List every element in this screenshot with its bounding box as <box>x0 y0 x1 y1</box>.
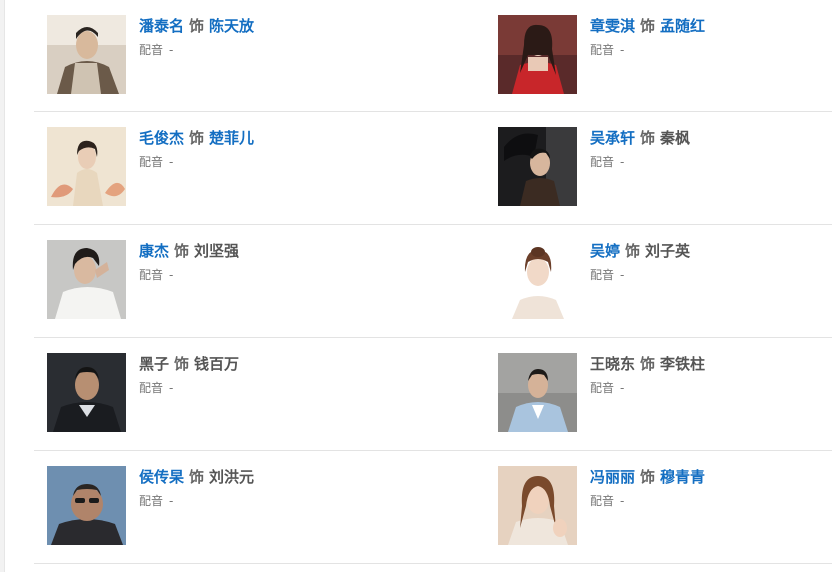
cast-row: 潘泰名饰陈天放 配音 - 章雯淇饰孟随红 配音 - <box>34 0 832 112</box>
voice-label: 配音 <box>139 381 164 395</box>
as-label: 饰 <box>625 242 641 260</box>
role-name: 秦枫 <box>660 129 691 147</box>
as-label: 饰 <box>189 17 205 35</box>
actor-name-link[interactable]: 侯传杲 <box>139 468 184 486</box>
actor-photo[interactable] <box>498 127 577 206</box>
voice-value: - <box>169 494 174 508</box>
voice-value: - <box>620 494 625 508</box>
voice-value: - <box>169 155 174 169</box>
actor-photo[interactable] <box>47 466 126 545</box>
cast-row: 毛俊杰饰楚菲儿 配音 - 吴承轩饰秦枫 配音 - <box>34 112 832 225</box>
actor-name-link[interactable]: 康杰 <box>139 242 169 260</box>
voice-label: 配音 <box>139 155 164 169</box>
role-name: 刘子英 <box>645 242 691 260</box>
actor-name-link[interactable]: 潘泰名 <box>139 17 184 35</box>
voice-label: 配音 <box>139 268 164 282</box>
as-label: 饰 <box>640 17 656 35</box>
actor-photo[interactable] <box>47 353 126 432</box>
actor-name-link[interactable]: 吴承轩 <box>590 129 635 147</box>
role-name: 钱百万 <box>194 355 240 373</box>
role-name: 刘坚强 <box>194 242 240 260</box>
role-name-link[interactable]: 穆青青 <box>660 468 705 486</box>
voice-value: - <box>169 43 174 57</box>
actor-photo[interactable] <box>498 240 577 319</box>
cast-list: 潘泰名饰陈天放 配音 - 章雯淇饰孟随红 配音 - 毛俊杰饰楚菲儿 配音 - 吴… <box>34 0 832 564</box>
as-label: 饰 <box>174 242 190 260</box>
actor-name-link[interactable]: 冯丽丽 <box>590 468 635 486</box>
as-label: 饰 <box>174 355 190 373</box>
as-label: 饰 <box>640 355 656 373</box>
voice-label: 配音 <box>590 268 615 282</box>
actor-photo[interactable] <box>498 353 577 432</box>
cast-item: 章雯淇饰孟随红 配音 - <box>498 15 832 95</box>
as-label: 饰 <box>640 129 656 147</box>
role-name: 李铁柱 <box>660 355 706 373</box>
voice-value: - <box>620 268 625 282</box>
actor-photo[interactable] <box>47 127 126 206</box>
cast-item: 毛俊杰饰楚菲儿 配音 - <box>47 127 407 207</box>
actor-photo[interactable] <box>47 240 126 319</box>
actor-photo[interactable] <box>498 466 577 545</box>
actor-photo[interactable] <box>47 15 126 94</box>
actor-name-link[interactable]: 吴婷 <box>590 242 620 260</box>
cast-item: 冯丽丽饰穆青青 配音 - <box>498 466 832 546</box>
voice-label: 配音 <box>590 494 615 508</box>
actor-name: 黑子 <box>139 355 170 373</box>
cast-row: 康杰饰刘坚强 配音 - 吴婷饰刘子英 配音 - <box>34 225 832 338</box>
cast-item: 黑子饰钱百万 配音 - <box>47 353 407 433</box>
voice-value: - <box>620 155 625 169</box>
actor-name-link[interactable]: 章雯淇 <box>590 17 635 35</box>
role-name: 刘洪元 <box>209 468 255 486</box>
cast-item: 潘泰名饰陈天放 配音 - <box>47 15 407 95</box>
voice-label: 配音 <box>590 43 615 57</box>
cast-item: 吴承轩饰秦枫 配音 - <box>498 127 832 207</box>
voice-label: 配音 <box>139 494 164 508</box>
voice-label: 配音 <box>590 155 615 169</box>
cast-row: 侯传杲饰刘洪元 配音 - 冯丽丽饰穆青青 配音 - <box>34 451 832 564</box>
as-label: 饰 <box>189 129 205 147</box>
as-label: 饰 <box>640 468 656 486</box>
cast-item: 侯传杲饰刘洪元 配音 - <box>47 466 407 546</box>
role-name-link[interactable]: 孟随红 <box>660 17 705 35</box>
actor-name-link[interactable]: 毛俊杰 <box>139 129 184 147</box>
cast-item: 康杰饰刘坚强 配音 - <box>47 240 407 320</box>
cast-item: 王晓东饰李铁柱 配音 - <box>498 353 832 433</box>
voice-value: - <box>169 268 174 282</box>
voice-label: 配音 <box>139 43 164 57</box>
cast-item: 吴婷饰刘子英 配音 - <box>498 240 832 320</box>
voice-value: - <box>620 381 625 395</box>
cast-row: 黑子饰钱百万 配音 - 王晓东饰李铁柱 配音 - <box>34 338 832 451</box>
voice-value: - <box>620 43 625 57</box>
as-label: 饰 <box>189 468 205 486</box>
role-name-link[interactable]: 楚菲儿 <box>209 129 254 147</box>
page-left-border <box>0 0 5 572</box>
actor-photo[interactable] <box>498 15 577 94</box>
voice-value: - <box>169 381 174 395</box>
actor-name: 王晓东 <box>590 355 636 373</box>
role-name-link[interactable]: 陈天放 <box>209 17 254 35</box>
voice-label: 配音 <box>590 381 615 395</box>
